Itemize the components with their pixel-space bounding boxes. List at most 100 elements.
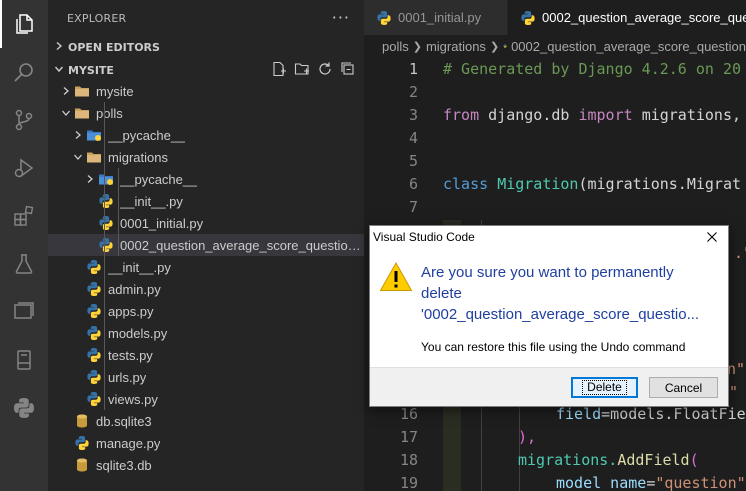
python-file-icon xyxy=(86,347,102,363)
chevron-down-icon xyxy=(58,105,74,121)
tree-item[interactable]: urls.py xyxy=(48,366,364,388)
code-token: = xyxy=(646,474,656,491)
tree-item-label: __init__.py xyxy=(120,193,183,209)
tree-item[interactable]: 0001_initial.py xyxy=(48,212,364,234)
tree-item[interactable]: __init__.py xyxy=(48,190,364,212)
line-number: 6 xyxy=(408,175,418,193)
code-token: import xyxy=(578,106,633,124)
code-token: field xyxy=(556,405,602,423)
new-file-icon[interactable] xyxy=(271,61,287,77)
code-token: from xyxy=(443,106,480,124)
open-editors-label: OPEN EDITORS xyxy=(68,40,160,54)
search-icon[interactable] xyxy=(0,48,48,96)
tab-label: 0002_question_average_score_question xyxy=(542,10,746,25)
code-token: migrations, xyxy=(641,106,742,124)
tree-item[interactable]: mysite xyxy=(48,80,364,102)
python-file-icon xyxy=(86,391,102,407)
python-file-icon xyxy=(98,237,114,253)
tree-item[interactable]: manage.py xyxy=(48,432,364,454)
breadcrumb-item[interactable]: migrations xyxy=(426,39,486,54)
tree-item[interactable]: migrations xyxy=(48,146,364,168)
chevron-right-icon xyxy=(82,171,98,187)
line-number: 16 xyxy=(399,405,418,423)
code-token: migrations. xyxy=(518,451,618,469)
tree-item[interactable]: __pycache__ xyxy=(48,124,364,146)
chevron-right-icon xyxy=(50,41,68,54)
tree-item[interactable]: tests.py xyxy=(48,344,364,366)
code-token: =models.FloatFie xyxy=(601,405,746,423)
more-actions-icon[interactable]: ··· xyxy=(332,8,350,27)
tab-0002-question[interactable]: 0002_question_average_score_question xyxy=(508,0,746,35)
tree-item[interactable]: sqlite3.db xyxy=(48,454,364,476)
device-icon[interactable] xyxy=(0,336,48,384)
close-icon[interactable] xyxy=(704,229,720,245)
tree-item[interactable]: 0002_question_average_score_question_i..… xyxy=(48,234,364,256)
tab-0001-initial[interactable]: 0001_initial.py xyxy=(364,0,508,35)
tree-item-label: sqlite3.db xyxy=(96,457,152,473)
code-token: ( xyxy=(689,451,699,469)
tree-item-label: migrations xyxy=(108,149,168,165)
editor-tabs: 0001_initial.py 0002_question_average_sc… xyxy=(364,0,746,35)
tree-item[interactable]: db.sqlite3 xyxy=(48,410,364,432)
tree-item-label: polls xyxy=(96,105,123,121)
remote-explorer-icon[interactable] xyxy=(0,288,48,336)
tree-item[interactable]: __pycache__ xyxy=(48,168,364,190)
tree-item[interactable]: models.py xyxy=(48,322,364,344)
activity-bar xyxy=(0,0,48,491)
new-folder-icon[interactable] xyxy=(294,61,310,77)
tree-item-label: db.sqlite3 xyxy=(96,413,152,429)
breadcrumb-item[interactable]: polls xyxy=(382,39,409,54)
tree-item-label: __init__.py xyxy=(108,259,171,275)
run-debug-icon[interactable] xyxy=(0,144,48,192)
code-line: from django.db import migrations, xyxy=(443,106,741,124)
tree-item-label: apps.py xyxy=(108,303,154,319)
code-token: "question" xyxy=(655,474,746,491)
dialog-message-line: Are you sure you want to permanently xyxy=(421,264,674,281)
chevron-down-icon xyxy=(50,64,68,77)
tree-item-label: urls.py xyxy=(108,369,147,385)
pycache-folder-icon xyxy=(86,127,102,143)
code-token: Migration xyxy=(497,175,579,193)
tree-item[interactable]: __init__.py xyxy=(48,256,364,278)
delete-confirm-dialog: Visual Studio Code Are you sure you want… xyxy=(369,225,729,407)
line-number: 2 xyxy=(408,83,418,101)
workspace-section[interactable]: MYSITE xyxy=(48,59,364,81)
line-number: 7 xyxy=(408,198,418,216)
tree-item[interactable]: admin.py xyxy=(48,278,364,300)
python-file-icon xyxy=(86,325,102,341)
collapse-all-icon[interactable] xyxy=(340,61,356,77)
tree-item[interactable]: apps.py xyxy=(48,300,364,322)
tree-item[interactable]: views.py xyxy=(48,388,364,410)
delete-button-label: Delete xyxy=(582,380,627,395)
dialog-title: Visual Studio Code xyxy=(373,230,475,244)
chevron-right-icon xyxy=(70,127,86,143)
extensions-icon[interactable] xyxy=(0,192,48,240)
delete-button[interactable]: Delete xyxy=(571,377,638,398)
source-control-icon[interactable] xyxy=(0,96,48,144)
python-file-icon xyxy=(86,369,102,385)
testing-flask-icon[interactable] xyxy=(0,240,48,288)
cancel-button[interactable]: Cancel xyxy=(649,377,718,398)
refresh-icon[interactable] xyxy=(317,61,333,77)
code-token: django.db xyxy=(488,106,570,124)
dialog-message-line: delete xyxy=(421,285,462,302)
folder-icon xyxy=(74,105,90,121)
python-icon[interactable] xyxy=(0,384,48,432)
python-file-icon xyxy=(377,10,391,25)
database-icon xyxy=(74,413,90,429)
python-file-icon xyxy=(521,10,535,25)
open-editors-section[interactable]: OPEN EDITORS xyxy=(48,36,364,58)
dialog-detail: You can restore this file using the Undo… xyxy=(421,340,686,354)
tree-item[interactable]: polls xyxy=(48,102,364,124)
explorer-icon[interactable] xyxy=(0,0,48,48)
workspace-label: MYSITE xyxy=(68,63,114,77)
code-token: model_name xyxy=(556,474,647,491)
tab-label: 0001_initial.py xyxy=(398,10,482,25)
breadcrumb-item[interactable]: 0002_question_average_score_question xyxy=(511,39,746,54)
explorer-sidebar: EXPLORER ··· OPEN EDITORS MYSITE mysite p… xyxy=(48,0,364,491)
